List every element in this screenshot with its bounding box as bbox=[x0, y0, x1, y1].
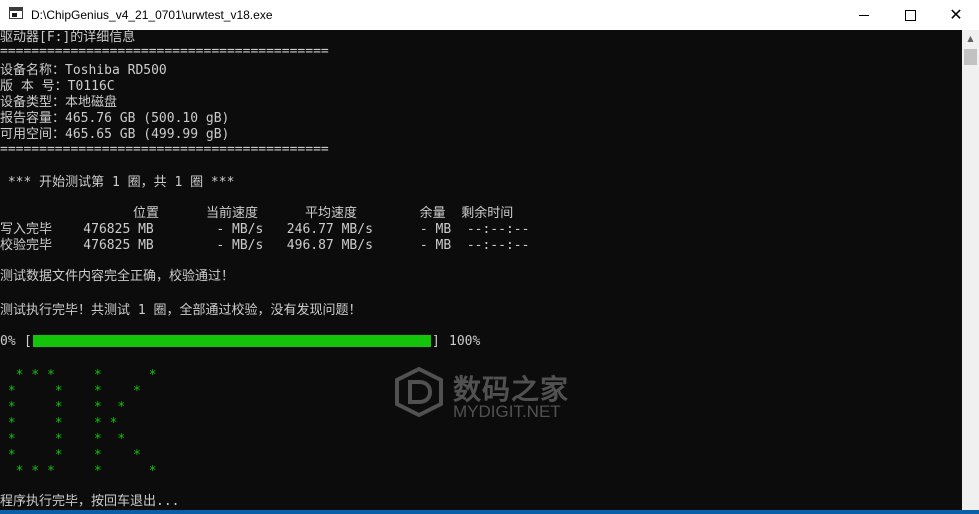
mydigit-logo-icon bbox=[395, 366, 443, 418]
vertical-scrollbar[interactable]: ▲ bbox=[962, 30, 979, 514]
ok-art-line: * * * * bbox=[0, 432, 126, 447]
ok-art-line: * * * * bbox=[0, 448, 141, 463]
maximize-icon bbox=[904, 9, 916, 21]
progress-open-bracket: [ bbox=[24, 334, 32, 349]
available-space-line: 可用空间：465.65 GB (499.99 gB) bbox=[0, 127, 230, 142]
version-line: 版 本 号：T0116C bbox=[0, 79, 115, 94]
reported-capacity-line: 报告容量：465.76 GB (500.10 gB) bbox=[0, 111, 230, 126]
ok-art-line: * * * * * bbox=[0, 368, 157, 383]
window-title: D:\ChipGenius_v4_21_0701\urwtest_v18.exe bbox=[31, 8, 273, 22]
ok-art-line: * * * * bbox=[0, 416, 118, 431]
exit-prompt: 程序执行完毕，按回车退出... bbox=[0, 494, 180, 509]
mydigit-watermark: 数码之家 MYDIGIT.NET bbox=[393, 366, 613, 426]
table-row: 校验完毕 476825 MB - MB/s 496.87 MB/s - MB -… bbox=[0, 238, 530, 253]
progress-bar-fill bbox=[33, 335, 431, 347]
maximize-button[interactable] bbox=[887, 0, 933, 30]
minimize-icon bbox=[859, 14, 869, 16]
watermark-en-text: MYDIGIT.NET bbox=[453, 402, 561, 421]
scroll-up-arrow-icon[interactable]: ▲ bbox=[962, 30, 979, 47]
window-title-bar[interactable]: D:\ChipGenius_v4_21_0701\urwtest_v18.exe… bbox=[0, 0, 979, 30]
progress-right-label: 100% bbox=[449, 334, 481, 349]
separator-line: ========================================… bbox=[0, 142, 329, 157]
test-round-banner: *** 开始测试第 1 圈，共 1 圈 *** bbox=[0, 175, 235, 190]
speed-table-header: 位置 当前速度 平均速度 余量 剩余时间 bbox=[0, 206, 514, 221]
separator-line: ========================================… bbox=[0, 44, 329, 59]
table-row: 写入完毕 476825 MB - MB/s 246.77 MB/s - MB -… bbox=[0, 222, 530, 237]
console-app-icon bbox=[9, 7, 23, 19]
ok-art-line: * * * * * bbox=[0, 464, 157, 479]
scroll-thumb[interactable] bbox=[964, 49, 977, 65]
verify-ok-message: 测试数据文件内容完全正确，校验通过！ bbox=[0, 269, 235, 284]
device-name-line: 设备名称：Toshiba RD500 bbox=[0, 63, 167, 78]
close-icon: ✕ bbox=[949, 5, 963, 24]
ok-art-line: * * * * bbox=[0, 400, 126, 415]
progress-close-bracket: ] bbox=[432, 334, 440, 349]
console-output[interactable]: 驱动器[F:]的详细信息 ===========================… bbox=[0, 30, 962, 514]
minimize-button[interactable] bbox=[841, 0, 887, 30]
test-complete-message: 测试执行完毕！共测试 1 圈，全部通过校验，没有发现问题！ bbox=[0, 303, 362, 318]
taskbar-edge bbox=[0, 510, 979, 514]
progress-left-label: 0% bbox=[0, 334, 16, 349]
ok-art-line: * * * * bbox=[0, 384, 141, 399]
close-button[interactable]: ✕ bbox=[933, 0, 979, 30]
device-type-line: 设备类型：本地磁盘 bbox=[0, 95, 118, 110]
